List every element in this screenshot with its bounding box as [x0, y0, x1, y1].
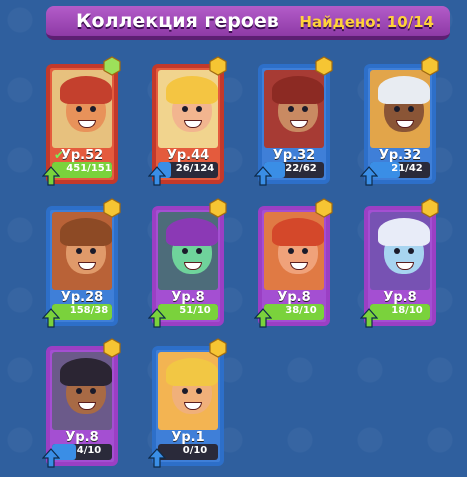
hero-eye	[302, 106, 308, 112]
card-progress-text: 0/10	[182, 445, 208, 456]
hero-card[interactable]: Ур.8 38/10	[252, 198, 334, 332]
hero-card[interactable]: Ур.32 21/42	[358, 56, 440, 190]
hero-portrait	[52, 70, 112, 148]
hero-card[interactable]: Ур.1 0/10	[146, 338, 228, 472]
upgrade-arrow-icon[interactable]	[148, 308, 166, 328]
hero-eye	[288, 106, 294, 112]
card-progress-text: 18/10	[391, 305, 423, 316]
rarity-hexagon-icon	[315, 198, 333, 218]
hero-hair	[166, 218, 218, 246]
hero-card[interactable]: Ур.8 51/10	[146, 198, 228, 332]
card-progress-bar: 38/10	[264, 304, 324, 320]
collection-header: Коллекция героев Найдено: 10/14	[46, 6, 450, 40]
upgrade-arrow-icon[interactable]	[254, 308, 272, 328]
rarity-hexagon-icon	[209, 56, 227, 76]
card-progress-bar: 22/62	[264, 162, 324, 178]
hero-portrait	[158, 70, 218, 148]
hero-card[interactable]: Ур.8 18/10	[358, 198, 440, 332]
card-progress-text: 21/42	[391, 163, 423, 174]
hero-eye	[90, 388, 96, 394]
hero-hair	[166, 76, 218, 104]
hero-card[interactable]: Ур.8 4/10	[40, 338, 122, 472]
card-progress-text: 51/10	[179, 305, 211, 316]
hero-eye	[196, 106, 202, 112]
hero-hair	[60, 218, 112, 246]
card-progress-text: 26/124	[175, 163, 215, 174]
hero-eye	[288, 248, 294, 254]
hero-portrait	[264, 70, 324, 148]
rarity-hexagon-icon	[103, 56, 121, 76]
rarity-hexagon-icon	[103, 338, 121, 358]
hero-portrait	[158, 212, 218, 290]
hero-portrait	[158, 352, 218, 430]
hero-hair	[60, 358, 112, 386]
hero-eye	[182, 106, 188, 112]
hero-eye	[182, 388, 188, 394]
hero-eye	[76, 388, 82, 394]
upgrade-arrow-icon[interactable]	[360, 166, 378, 186]
rarity-hexagon-icon	[315, 56, 333, 76]
hero-eye	[90, 106, 96, 112]
found-counter: Найдено: 10/14	[299, 13, 434, 31]
upgrade-arrow-icon[interactable]	[42, 448, 60, 468]
hero-eye	[90, 248, 96, 254]
hero-portrait	[52, 352, 112, 430]
hero-eye	[408, 106, 414, 112]
hero-portrait	[264, 212, 324, 290]
hero-eye	[76, 106, 82, 112]
rarity-hexagon-icon	[209, 338, 227, 358]
hero-hair	[272, 218, 324, 246]
upgrade-arrow-icon[interactable]	[148, 448, 166, 468]
page-title: Коллекция героев	[76, 10, 279, 32]
upgrade-arrow-icon[interactable]	[148, 166, 166, 186]
hero-hair	[60, 76, 112, 104]
hero-portrait	[370, 70, 430, 148]
rarity-hexagon-icon	[421, 198, 439, 218]
hero-hair	[378, 218, 430, 246]
card-progress-text: 451/151	[66, 163, 112, 174]
check-icon: ✔	[54, 148, 65, 162]
hero-hair	[272, 76, 324, 104]
upgrade-arrow-icon[interactable]	[254, 166, 272, 186]
card-progress-bar: 18/10	[370, 304, 430, 320]
rarity-hexagon-icon	[209, 198, 227, 218]
card-progress-bar: 451/151	[52, 162, 112, 178]
upgrade-arrow-icon[interactable]	[42, 166, 60, 186]
hero-eye	[182, 248, 188, 254]
card-progress-bar: 51/10	[158, 304, 218, 320]
hero-portrait	[370, 212, 430, 290]
hero-card[interactable]: Ур.52 451/151 ✔	[40, 56, 122, 190]
upgrade-arrow-icon[interactable]	[42, 308, 60, 328]
card-progress-text: 22/62	[285, 163, 317, 174]
hero-card[interactable]: Ур.32 22/62	[252, 56, 334, 190]
hero-eye	[394, 248, 400, 254]
card-progress-bar: 0/10	[158, 444, 218, 460]
card-progress-bar: 21/42	[370, 162, 430, 178]
hero-hair	[166, 358, 218, 386]
card-progress-text: 4/10	[76, 445, 102, 456]
hero-eye	[196, 388, 202, 394]
upgrade-arrow-icon[interactable]	[360, 308, 378, 328]
hero-eye	[196, 248, 202, 254]
hero-card[interactable]: Ур.44 26/124	[146, 56, 228, 190]
card-progress-bar: 26/124	[158, 162, 218, 178]
card-progress-bar: 4/10	[52, 444, 112, 460]
rarity-hexagon-icon	[103, 198, 121, 218]
rarity-hexagon-icon	[421, 56, 439, 76]
card-progress-text: 38/10	[285, 305, 317, 316]
hero-card[interactable]: Ур.28 158/38	[40, 198, 122, 332]
hero-hair	[378, 76, 430, 104]
hero-eye	[394, 106, 400, 112]
card-progress-text: 158/38	[69, 305, 109, 316]
hero-eye	[76, 248, 82, 254]
hero-portrait	[52, 212, 112, 290]
card-progress-bar: 158/38	[52, 304, 112, 320]
hero-eye	[408, 248, 414, 254]
hero-eye	[302, 248, 308, 254]
